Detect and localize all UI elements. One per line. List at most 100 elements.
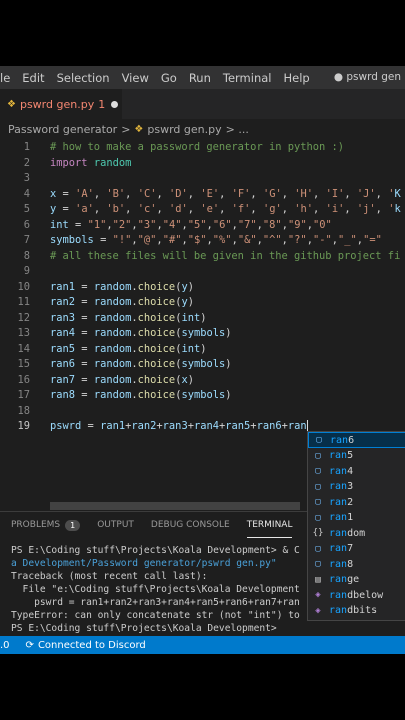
python-file-icon: ❖ bbox=[134, 123, 144, 135]
line-number: 18 bbox=[17, 404, 30, 417]
variable-icon: ▢ bbox=[315, 497, 321, 508]
variable-icon: ▢ bbox=[315, 481, 321, 492]
menu-selection[interactable]: Selection bbox=[51, 71, 116, 85]
line-number: 3 bbox=[23, 172, 30, 184]
code-line[interactable]: 17 ran8 = random.choice(symbols) bbox=[0, 389, 405, 405]
suggestion-label: ran7 bbox=[329, 543, 354, 555]
suggestion-item[interactable]: ▤ range bbox=[308, 572, 405, 588]
method-icon: ◈ bbox=[315, 590, 321, 601]
suggestion-item[interactable]: ◈ randbelow bbox=[308, 588, 405, 604]
menu-file[interactable]: le bbox=[0, 71, 16, 85]
code-text: y = 'a', 'b', 'c', 'd', 'e', 'f', 'g', '… bbox=[50, 203, 401, 215]
suggestion-label: ran2 bbox=[329, 496, 354, 508]
code-line[interactable]: 8 # all these files will be given in the … bbox=[0, 250, 405, 266]
suggestion-label: random bbox=[329, 527, 366, 539]
vscode-window: le Edit Selection View Go Run Terminal H… bbox=[0, 66, 405, 654]
window-title: ● pswrd gen bbox=[333, 71, 401, 83]
variable-icon: ▢ bbox=[315, 466, 321, 477]
code-line[interactable]: 6 int = "1","2","3","4","5","6","7","8","… bbox=[0, 219, 405, 235]
line-number: 9 bbox=[23, 265, 30, 277]
module-icon: {} bbox=[312, 528, 324, 539]
line-number: 10 bbox=[17, 280, 30, 293]
suggestion-item[interactable]: ◈ randbits bbox=[308, 603, 405, 619]
tab-output[interactable]: OUTPUT bbox=[97, 512, 134, 538]
suggestion-item[interactable]: ▢ ran7 bbox=[308, 541, 405, 557]
line-number: 16 bbox=[17, 373, 30, 386]
variable-icon: ▢ bbox=[315, 450, 321, 461]
line-number: 15 bbox=[17, 358, 30, 370]
tab-debug-console[interactable]: DEBUG CONSOLE bbox=[151, 512, 230, 538]
code-line[interactable]: 5 y = 'a', 'b', 'c', 'd', 'e', 'f', 'g', … bbox=[0, 203, 405, 219]
suggestion-item[interactable]: ▢ ran1 bbox=[308, 510, 405, 526]
variable-icon: ▢ bbox=[315, 543, 321, 554]
menu-bar: le Edit Selection View Go Run Terminal H… bbox=[0, 66, 405, 89]
code-line[interactable]: 4 x = 'A', 'B', 'C', 'D', 'E', 'F', 'G', … bbox=[0, 188, 405, 204]
breadcrumb: Password generator > ❖ pswrd gen.py > ..… bbox=[0, 119, 405, 139]
suggestion-item[interactable]: ▢ ran3 bbox=[308, 479, 405, 495]
code-line[interactable]: 7 symbols = "!","@","#","$","%","&","^","… bbox=[0, 234, 405, 250]
code-line[interactable]: 1 # how to make a password generator in p… bbox=[0, 141, 405, 157]
code-line[interactable]: 12 ran3 = random.choice(int) bbox=[0, 312, 405, 328]
suggestion-item[interactable]: ▢ ran8 bbox=[308, 557, 405, 573]
suggestion-label: ran5 bbox=[329, 450, 354, 462]
horizontal-scrollbar[interactable] bbox=[50, 502, 300, 510]
suggestion-label: ran8 bbox=[329, 558, 354, 570]
menu-view[interactable]: View bbox=[116, 71, 155, 85]
line-number: 1 bbox=[23, 141, 30, 153]
autocomplete-widget[interactable]: ▢ ran6 ▢ ran5 ▢ ran4 ▢ ran3 ▢ ran2 ▢ ran1 {} random ▢ r… bbox=[307, 431, 405, 621]
menu-help[interactable]: Help bbox=[277, 71, 315, 85]
status-bar: .0 ⟳ Connected to Discord bbox=[0, 636, 405, 654]
line-number: 12 bbox=[17, 311, 30, 324]
code-text: ran7 = random.choice(x) bbox=[50, 373, 194, 386]
variable-icon: ▢ bbox=[316, 435, 322, 445]
tab-problem-count: 1 bbox=[98, 97, 106, 111]
code-text: pswrd = ran1+ran2+ran3+ran4+ran5+ran6+ra… bbox=[50, 420, 308, 432]
code-line[interactable]: 9 bbox=[0, 265, 405, 281]
menu-run[interactable]: Run bbox=[183, 71, 217, 85]
code-line[interactable]: 2 import random bbox=[0, 157, 405, 173]
tab-terminal[interactable]: TERMINAL bbox=[246, 512, 292, 538]
tab-pswrd-gen[interactable]: ❖ pswrd gen.py 1 bbox=[0, 89, 122, 119]
code-text: ran4 = random.choice(symbols) bbox=[50, 327, 232, 339]
variable-icon: ▢ bbox=[315, 559, 321, 570]
menu-terminal[interactable]: Terminal bbox=[217, 71, 278, 85]
code-line[interactable]: 16 ran7 = random.choice(x) bbox=[0, 374, 405, 390]
unsaved-dot-icon[interactable] bbox=[111, 100, 119, 108]
code-text: ran1 = random.choice(y) bbox=[50, 280, 194, 293]
status-left[interactable]: .0 bbox=[0, 640, 10, 651]
suggestion-item[interactable]: ▢ ran2 bbox=[308, 495, 405, 511]
code-text: x = 'A', 'B', 'C', 'D', 'E', 'F', 'G', '… bbox=[50, 187, 401, 200]
suggestion-item[interactable]: ▢ ran4 bbox=[308, 464, 405, 480]
breadcrumb-folder[interactable]: Password generator bbox=[8, 123, 117, 136]
breadcrumb-more[interactable]: > ... bbox=[226, 123, 249, 136]
line-number: 11 bbox=[17, 296, 30, 308]
method-icon: ◈ bbox=[315, 605, 321, 616]
keyword-icon: ▤ bbox=[315, 574, 321, 585]
suggestion-item[interactable]: {} random bbox=[308, 526, 405, 542]
code-line[interactable]: 10 ran1 = random.choice(y) bbox=[0, 281, 405, 297]
suggestion-item[interactable]: ▢ ran6 bbox=[308, 432, 405, 448]
tab-problems-label: PROBLEMS bbox=[11, 520, 61, 530]
line-number: 4 bbox=[23, 187, 30, 200]
problems-badge: 1 bbox=[65, 519, 81, 531]
variable-icon: ▢ bbox=[315, 512, 321, 523]
suggestion-item[interactable]: ▢ ran5 bbox=[308, 448, 405, 464]
code-text: symbols = "!","@","#","$","%","&","^","?… bbox=[50, 234, 382, 246]
code-line[interactable]: 3 bbox=[0, 172, 405, 188]
discord-status[interactable]: ⟳ Connected to Discord bbox=[26, 640, 146, 651]
menu-edit[interactable]: Edit bbox=[16, 71, 50, 85]
code-line[interactable]: 15 ran6 = random.choice(symbols) bbox=[0, 358, 405, 374]
line-number: 8 bbox=[23, 249, 30, 262]
menu-go[interactable]: Go bbox=[155, 71, 183, 85]
breadcrumb-file[interactable]: pswrd gen.py bbox=[147, 123, 221, 136]
line-number: 6 bbox=[23, 218, 30, 231]
code-text: ran3 = random.choice(int) bbox=[50, 311, 207, 324]
tab-problems[interactable]: PROBLEMS 1 bbox=[11, 512, 81, 538]
suggestion-label: ran3 bbox=[329, 481, 354, 493]
code-text: ran8 = random.choice(symbols) bbox=[50, 389, 232, 401]
suggestion-label: ran6 bbox=[330, 434, 355, 446]
code-line[interactable]: 13 ran4 = random.choice(symbols) bbox=[0, 327, 405, 343]
code-line[interactable]: 11 ran2 = random.choice(y) bbox=[0, 296, 405, 312]
code-line[interactable]: 18 bbox=[0, 405, 405, 421]
code-line[interactable]: 14 ran5 = random.choice(int) bbox=[0, 343, 405, 359]
